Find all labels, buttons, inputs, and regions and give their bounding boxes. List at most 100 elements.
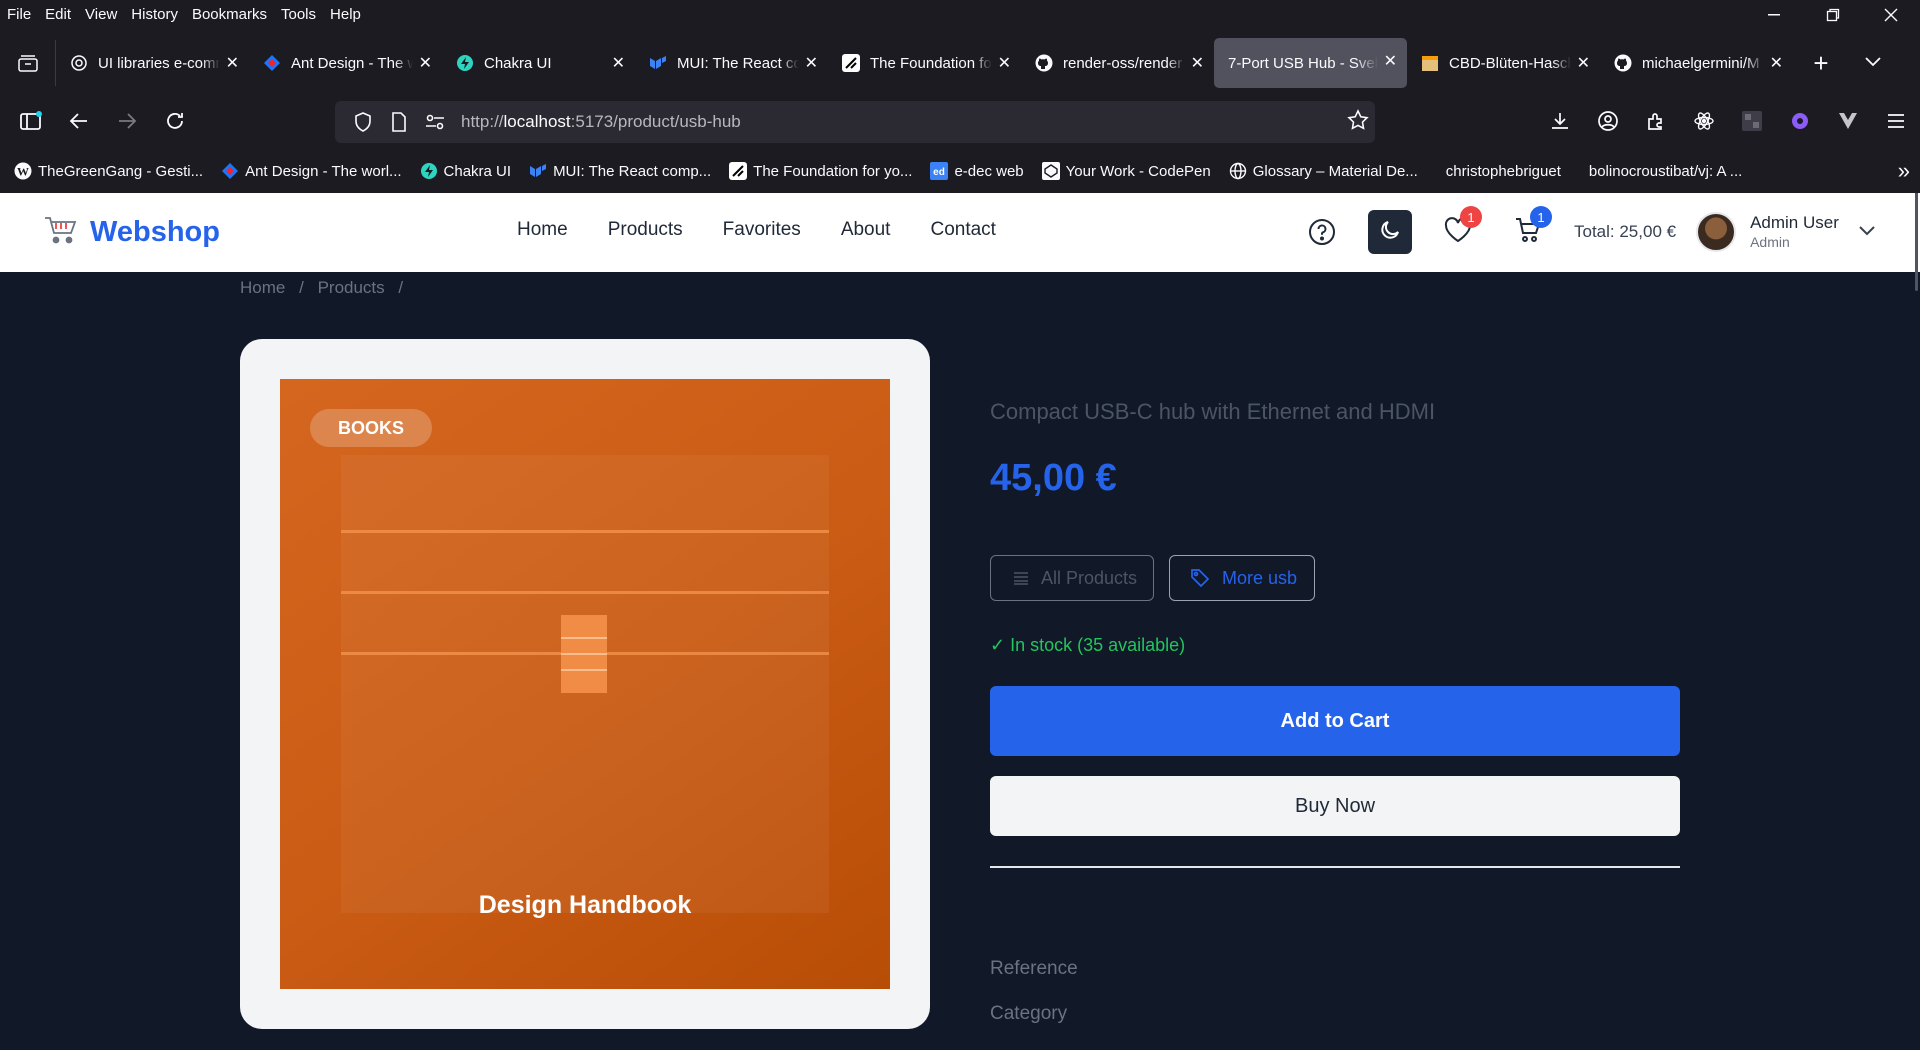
vue-devtools-icon[interactable] xyxy=(1824,98,1872,144)
bookmark-e-dec-web[interactable]: ed e-dec web xyxy=(930,162,1024,180)
main-navigation: Home Products Favorites About Contact xyxy=(517,219,1036,241)
menu-tools[interactable]: Tools xyxy=(281,6,316,23)
permissions-icon[interactable] xyxy=(417,114,453,130)
sidebar-toggle-icon[interactable] xyxy=(8,98,54,144)
cover-line xyxy=(341,591,829,594)
tracking-shield-icon[interactable] xyxy=(345,112,381,132)
tab-mui[interactable]: MUI: The React component ✕ xyxy=(635,40,828,86)
more-usb-button[interactable]: More usb xyxy=(1169,555,1315,601)
avatar[interactable] xyxy=(1696,212,1737,252)
close-tab-icon[interactable]: ✕ xyxy=(1384,51,1397,71)
bookmark-codepen[interactable]: Your Work - CodePen xyxy=(1041,162,1211,180)
hamburger-menu-icon[interactable] xyxy=(1872,98,1920,144)
address-bar[interactable]: http://localhost:5173/product/usb-hub xyxy=(335,101,1375,143)
product-price: 45,00 € xyxy=(990,457,1117,499)
close-tab-icon[interactable]: ✕ xyxy=(612,53,625,73)
tab-title: CBD-Blüten-Haschisch xyxy=(1449,54,1571,72)
bookmark-foundation[interactable]: The Foundation for yo... xyxy=(729,162,912,180)
close-tab-icon[interactable]: ✕ xyxy=(419,53,432,73)
nav-favorites[interactable]: Favorites xyxy=(723,219,801,241)
close-tab-icon[interactable]: ✕ xyxy=(226,53,239,73)
tab-foundation[interactable]: The Foundation for your ✕ xyxy=(828,40,1021,86)
breadcrumb-home[interactable]: Home xyxy=(240,278,285,297)
nav-about[interactable]: About xyxy=(841,219,891,241)
page-icon[interactable] xyxy=(381,112,417,132)
shopping-cart-logo-icon xyxy=(44,215,78,250)
url-text: http://localhost:5173/product/usb-hub xyxy=(461,112,741,131)
bookmark-glossary[interactable]: Glossary – Material De... xyxy=(1229,162,1418,180)
extensions-icon[interactable] xyxy=(1632,98,1680,144)
product-image[interactable]: BOOKS Design Handbook xyxy=(280,379,890,989)
favorites-count-badge: 1 xyxy=(1460,206,1482,228)
tab-michaelgermini[interactable]: michaelgermini/M ✕ xyxy=(1600,40,1793,86)
menu-help[interactable]: Help xyxy=(330,6,361,23)
tab-cbd[interactable]: CBD-Blüten-Haschisch ✕ xyxy=(1407,40,1600,86)
all-products-button[interactable]: All Products xyxy=(990,555,1154,601)
site-logo[interactable]: Webshop xyxy=(44,215,220,250)
reload-icon[interactable] xyxy=(152,98,198,144)
menu-history[interactable]: History xyxy=(131,6,178,23)
settings-gear-icon[interactable] xyxy=(1776,98,1824,144)
tab-ant-design[interactable]: Ant Design - The world ✕ xyxy=(249,40,442,86)
downloads-icon[interactable] xyxy=(1536,98,1584,144)
bookmark-star-icon[interactable] xyxy=(1347,109,1369,136)
close-tab-icon[interactable]: ✕ xyxy=(1191,53,1204,73)
menu-bookmarks[interactable]: Bookmarks xyxy=(192,6,267,23)
nav-home[interactable]: Home xyxy=(517,219,568,241)
breadcrumb-separator: / xyxy=(398,278,404,297)
react-devtools-icon[interactable] xyxy=(1680,98,1728,144)
menu-edit[interactable]: Edit xyxy=(45,6,71,23)
back-arrow-icon[interactable] xyxy=(56,98,102,144)
tab-overflow-chevron-icon[interactable] xyxy=(1849,54,1897,72)
account-icon[interactable] xyxy=(1584,98,1632,144)
bookmark-bolinocroustibat[interactable]: bolinocroustibat/vj: A ... xyxy=(1589,163,1742,180)
extension-grid-icon[interactable] xyxy=(1728,98,1776,144)
scrollbar-thumb[interactable] xyxy=(1915,193,1918,291)
restore-icon[interactable] xyxy=(1804,0,1862,30)
toolbar-buttons xyxy=(1536,96,1920,146)
close-tab-icon[interactable]: ✕ xyxy=(1770,53,1783,73)
bookmarks-overflow-icon[interactable]: » xyxy=(1898,158,1910,184)
cart-button[interactable]: 1 xyxy=(1506,206,1552,254)
bookmark-christophebriguet[interactable]: christophebriguet xyxy=(1446,163,1561,180)
forward-arrow-icon[interactable] xyxy=(104,98,150,144)
bookmark-thegreengang[interactable]: W TheGreenGang - Gesti... xyxy=(14,162,203,180)
mui-icon xyxy=(529,162,547,180)
tab-chakra-ui[interactable]: Chakra UI ✕ xyxy=(442,40,635,86)
user-info[interactable]: Admin User Admin xyxy=(1750,213,1839,250)
bookmark-ant-design[interactable]: Ant Design - The worl... xyxy=(221,162,402,180)
tab-ui-libraries[interactable]: UI libraries e-commerce ✕ xyxy=(56,40,249,86)
buy-now-button[interactable]: Buy Now xyxy=(990,776,1680,836)
bookmark-chakra-ui[interactable]: Chakra UI xyxy=(420,162,511,180)
divider xyxy=(990,866,1680,868)
close-tab-icon[interactable]: ✕ xyxy=(998,53,1011,73)
nav-products[interactable]: Products xyxy=(608,219,683,241)
close-tab-icon[interactable]: ✕ xyxy=(1577,53,1590,73)
breadcrumb-products[interactable]: Products xyxy=(318,278,385,297)
bookmark-mui[interactable]: MUI: The React comp... xyxy=(529,162,711,180)
add-to-cart-button[interactable]: Add to Cart xyxy=(990,686,1680,756)
page-scrollbar[interactable] xyxy=(1912,272,1920,1050)
list-all-tabs-icon[interactable] xyxy=(0,40,56,86)
close-tab-icon[interactable]: ✕ xyxy=(805,53,818,73)
list-icon xyxy=(1013,571,1029,585)
chevron-down-icon[interactable] xyxy=(1859,223,1875,241)
new-tab-plus-icon[interactable]: + xyxy=(1793,48,1849,79)
close-window-icon[interactable] xyxy=(1862,0,1920,30)
user-role: Admin xyxy=(1750,233,1790,250)
dark-mode-toggle-button[interactable] xyxy=(1368,210,1412,254)
menu-view[interactable]: View xyxy=(85,6,117,23)
tab-render-oss[interactable]: render-oss/render ✕ xyxy=(1021,40,1214,86)
category-tag: BOOKS xyxy=(310,409,432,447)
help-question-icon[interactable] xyxy=(1300,210,1344,254)
svg-text:W: W xyxy=(17,165,29,179)
menu-file[interactable]: File xyxy=(7,6,31,23)
tab-usb-hub-active[interactable]: 7-Port USB Hub - Svelte ✕ xyxy=(1214,38,1407,88)
favorites-heart-button[interactable]: 1 xyxy=(1436,206,1482,254)
ant-design-icon xyxy=(221,162,239,180)
minimize-icon[interactable] xyxy=(1746,0,1804,30)
stock-status: ✓ In stock (35 available) xyxy=(990,635,1186,655)
breadcrumb: Home / Products / xyxy=(240,278,412,298)
nav-contact[interactable]: Contact xyxy=(930,219,995,241)
tab-title: Chakra UI xyxy=(484,54,552,72)
